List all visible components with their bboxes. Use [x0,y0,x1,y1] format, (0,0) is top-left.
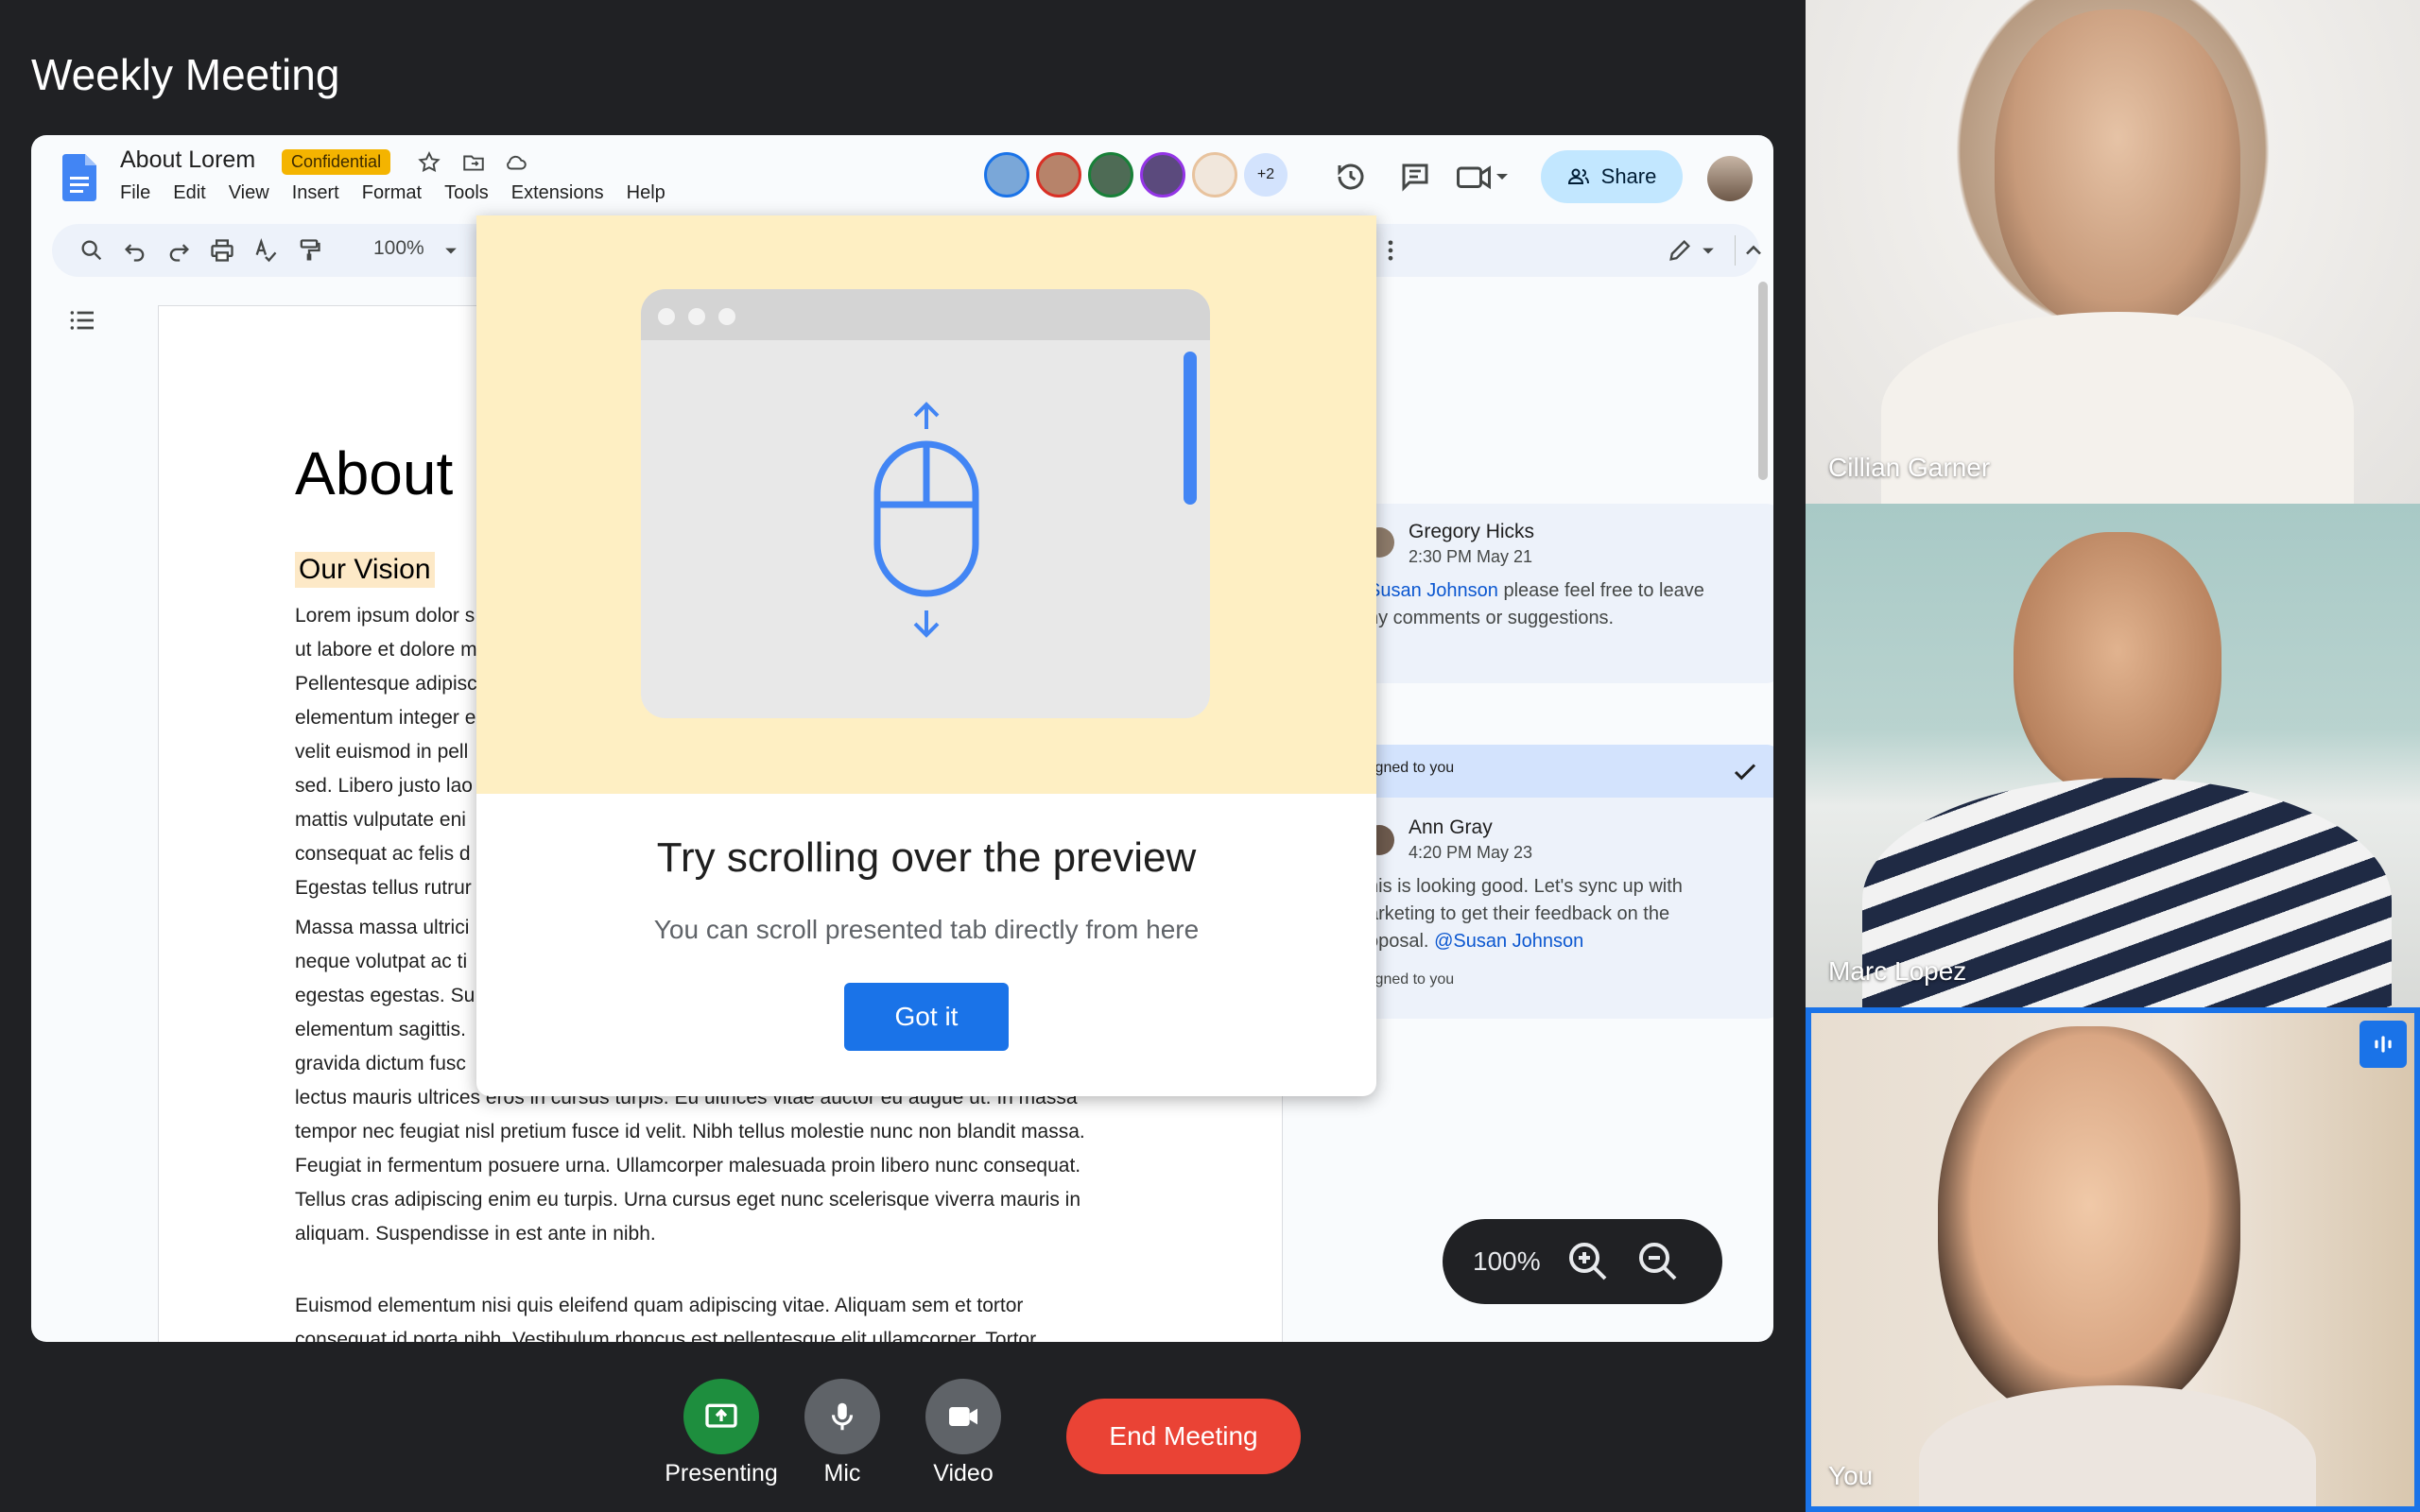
redo-icon[interactable] [165,237,192,264]
menu-file[interactable]: File [120,182,150,204]
print-icon[interactable] [209,237,235,264]
toolbar-divider [1735,235,1736,266]
end-meeting-button[interactable]: End Meeting [1066,1399,1301,1474]
doc-scrollbar[interactable] [1758,282,1768,480]
doc-header: About Lorem Confidential File Edit View … [31,135,1773,220]
collaborator-avatar[interactable] [1140,152,1185,198]
chevron-up-icon[interactable] [1740,237,1767,264]
share-button[interactable]: Share [1541,150,1683,203]
participant-video [1995,9,2240,331]
chevron-down-icon[interactable] [1695,237,1721,264]
video-button[interactable] [925,1379,1001,1454]
collaborator-avatar[interactable] [1088,152,1133,198]
comment-body: Susan Johnson please feel free to leave … [1368,580,1704,628]
dialog-subtitle: You can scroll presented tab directly fr… [653,915,1200,944]
share-label: Share [1600,164,1657,188]
mouse-scroll-icon [873,402,979,638]
comment-card[interactable]: signed to you Ann Gray 4:20 PM May 23 hi… [1355,745,1773,1019]
doc-heading: About [295,439,454,507]
edit-mode-icon[interactable] [1667,237,1693,264]
chevron-down-icon[interactable] [438,237,464,264]
doc-subheading: Our Vision [295,552,435,588]
scroll-illustration [476,215,1376,794]
paragraph: Euismod elementum nisi quis eleifend qua… [295,1295,1037,1342]
participant-tile[interactable]: Marc Lopez [1806,504,2420,1007]
got-it-button[interactable]: Got it [844,983,1009,1051]
active-speaker-border [1806,1007,2420,1512]
collaborator-avatars: +2 [984,152,1288,198]
menu-edit[interactable]: Edit [173,182,205,204]
resolve-check-icon[interactable] [1731,758,1759,786]
paint-format-icon[interactable] [296,237,322,264]
collaborator-avatar[interactable] [1036,152,1081,198]
spellcheck-icon[interactable] [252,237,279,264]
more-vert-icon[interactable] [1377,237,1404,264]
video-camera-icon [949,1407,977,1426]
participant-name: You [1828,1461,1874,1490]
version-history-icon[interactable] [1334,160,1368,194]
collaborator-avatar[interactable] [984,152,1029,198]
zoom-out-icon[interactable] [1635,1239,1681,1284]
mic-button[interactable] [804,1379,880,1454]
comment-time: 4:20 PM May 23 [1409,843,1533,862]
participant-tile[interactable]: Cillian Garner [1806,0,2420,504]
star-icon[interactable] [417,150,441,175]
video-label: Video [933,1460,994,1486]
menu-extensions[interactable]: Extensions [511,182,604,204]
participant-name: Marc Lopez [1828,956,1967,986]
meet-call-icon[interactable] [1454,160,1511,194]
mention-link[interactable]: @Susan Johnson [1434,931,1583,952]
people-icon [1567,168,1589,184]
comment-body: his is looking good. Let's sync up with … [1368,876,1683,952]
zoom-select[interactable]: 100% [373,237,424,260]
menu-format[interactable]: Format [362,182,422,204]
meeting-title: Weekly Meeting [31,50,340,99]
self-view-tile[interactable]: You [1806,1007,2420,1512]
presenting-button[interactable] [683,1379,759,1454]
collaborator-avatar[interactable] [1192,152,1237,198]
scroll-tip-dialog: Try scrolling over the preview You can s… [476,215,1376,1096]
mention-link[interactable]: Susan Johnson [1368,580,1498,601]
commenter-name: Ann Gray [1409,816,1493,838]
move-folder-icon[interactable] [461,150,486,175]
undo-icon[interactable] [122,237,148,264]
menu-view[interactable]: View [229,182,269,204]
comment-card[interactable]: Gregory Hicks 2:30 PM May 21 Susan Johns… [1355,504,1773,683]
commenter-name: Gregory Hicks [1409,521,1535,542]
menu-insert[interactable]: Insert [292,182,339,204]
dialog-title: Try scrolling over the preview [656,834,1197,881]
account-avatar[interactable] [1707,156,1753,201]
present-screen-icon [705,1403,737,1428]
more-collaborators-badge[interactable]: +2 [1244,153,1288,197]
comment-time: 2:30 PM May 21 [1409,547,1533,566]
menu-tools[interactable]: Tools [444,182,489,204]
speaking-indicator [2360,1021,2407,1068]
doc-title[interactable]: About Lorem [120,146,255,174]
assigned-footer: signed to you [1364,971,1455,988]
comments-icon[interactable] [1398,160,1432,194]
search-icon[interactable] [78,237,105,264]
google-docs-icon[interactable] [62,154,96,201]
cloud-saved-icon[interactable] [504,150,528,175]
browser-illustration [641,289,1210,718]
mic-icon [831,1402,854,1431]
audio-level-icon [2375,1036,2392,1053]
confidential-badge[interactable]: Confidential [282,149,391,175]
document-outline-icon[interactable] [67,305,97,335]
assigned-label: signed to you [1364,760,1455,776]
zoom-control: 100% [1443,1219,1722,1304]
participant-video [2014,532,2221,797]
menu-help[interactable]: Help [627,182,666,204]
menu-bar: File Edit View Insert Format Tools Exten… [120,182,688,204]
participant-name: Cillian Garner [1828,453,1991,482]
zoom-in-icon[interactable] [1565,1239,1611,1284]
zoom-level: 100% [1473,1246,1541,1276]
